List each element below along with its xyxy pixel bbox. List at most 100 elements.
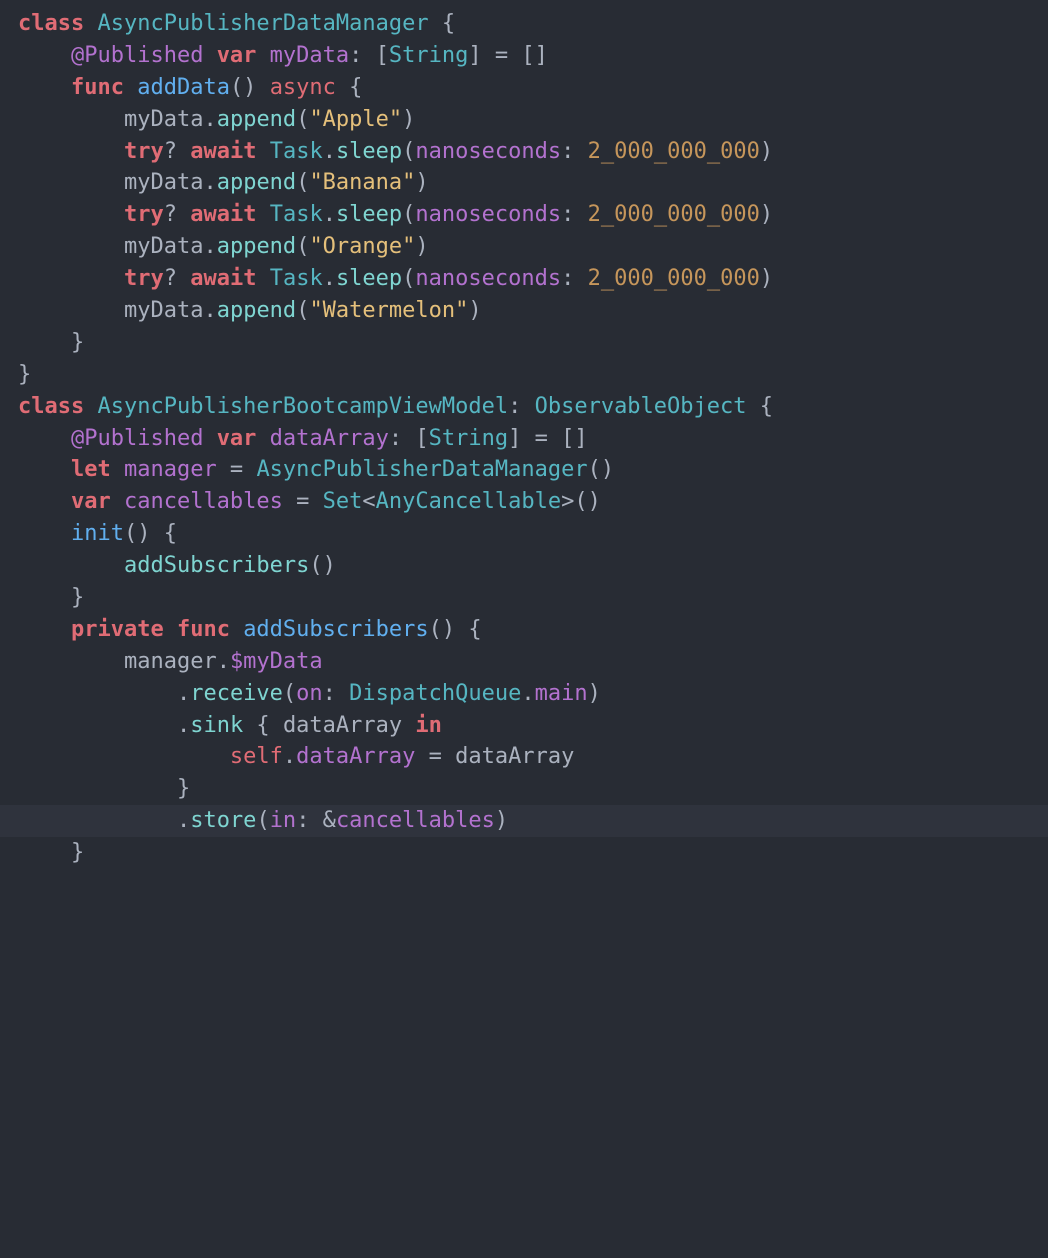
code-token: =	[217, 457, 257, 482]
code-token: String	[389, 43, 468, 68]
code-token: myData	[124, 234, 203, 259]
code-token: .	[203, 298, 216, 323]
code-line[interactable]: self.dataArray = dataArray	[0, 741, 1048, 773]
code-line[interactable]: func addData() async {	[0, 72, 1048, 104]
code-line[interactable]: }	[0, 773, 1048, 805]
code-token: {	[243, 713, 283, 738]
code-line[interactable]: myData.append("Watermelon")	[0, 295, 1048, 327]
code-token: .	[323, 266, 336, 291]
code-token: 2_000_000_000	[588, 139, 760, 164]
code-token: self	[230, 744, 283, 769]
code-line[interactable]: @Published var dataArray: [String] = []	[0, 423, 1048, 455]
code-line[interactable]: var cancellables = Set<AnyCancellable>()	[0, 486, 1048, 518]
code-token: AsyncPublisherDataManager	[256, 457, 587, 482]
code-token: (	[256, 808, 269, 833]
code-token: .	[203, 234, 216, 259]
code-line[interactable]: let manager = AsyncPublisherDataManager(…	[0, 454, 1048, 486]
code-token: Set	[323, 489, 363, 514]
code-line[interactable]: }	[0, 582, 1048, 614]
code-token: append	[217, 107, 296, 132]
code-token: in	[415, 713, 442, 738]
code-token: (	[296, 234, 309, 259]
code-token: :	[323, 681, 350, 706]
code-token: try	[124, 202, 164, 227]
code-line[interactable]: class AsyncPublisherBootcampViewModel: O…	[0, 391, 1048, 423]
code-token: manager	[124, 649, 217, 674]
code-token: dataArray	[455, 744, 574, 769]
code-line[interactable]: addSubscribers()	[0, 550, 1048, 582]
code-token: .	[217, 649, 230, 674]
code-token: .	[283, 744, 296, 769]
code-token: .	[177, 713, 190, 738]
code-token: on	[296, 681, 323, 706]
code-line[interactable]: try? await Task.sleep(nanoseconds: 2_000…	[0, 199, 1048, 231]
code-line[interactable]: }	[0, 837, 1048, 869]
code-line[interactable]: try? await Task.sleep(nanoseconds: 2_000…	[0, 263, 1048, 295]
code-token: String	[429, 426, 508, 451]
code-line[interactable]: class AsyncPublisherDataManager {	[0, 8, 1048, 40]
code-token: ] = []	[468, 43, 547, 68]
code-token: receive	[190, 681, 283, 706]
code-token: )	[760, 139, 773, 164]
code-line[interactable]: .sink { dataArray in	[0, 710, 1048, 742]
code-token: .	[323, 139, 336, 164]
code-line[interactable]: .store(in: &cancellables)	[0, 805, 1048, 837]
code-token: let	[71, 457, 124, 482]
code-token: :	[561, 139, 588, 164]
code-line[interactable]: try? await Task.sleep(nanoseconds: 2_000…	[0, 136, 1048, 168]
code-token: ObservableObject	[535, 394, 747, 419]
code-line[interactable]: init() {	[0, 518, 1048, 550]
code-token: nanoseconds	[415, 139, 561, 164]
code-token: main	[535, 681, 588, 706]
code-token: (	[296, 170, 309, 195]
code-line[interactable]: myData.append("Banana")	[0, 167, 1048, 199]
code-line[interactable]: myData.append("Apple")	[0, 104, 1048, 136]
code-token: myData	[124, 170, 203, 195]
code-token: ?	[164, 202, 191, 227]
code-token: (	[402, 202, 415, 227]
code-token: AsyncPublisherDataManager	[97, 11, 428, 36]
code-token: ?	[164, 266, 191, 291]
code-token: =	[415, 744, 455, 769]
code-token: {	[429, 11, 456, 36]
code-token: in	[270, 808, 297, 833]
code-token: store	[190, 808, 256, 833]
code-token: ] = []	[508, 426, 587, 451]
code-editor[interactable]: class AsyncPublisherDataManager { @Publi…	[0, 0, 1048, 929]
code-token: Task	[270, 139, 323, 164]
code-token: cancellables	[124, 489, 283, 514]
code-line[interactable]: @Published var myData: [String] = []	[0, 40, 1048, 72]
code-token: (	[402, 139, 415, 164]
code-token: }	[177, 776, 190, 801]
code-line[interactable]: manager.$myData	[0, 646, 1048, 678]
code-token: class	[18, 11, 97, 36]
code-line[interactable]: }	[0, 359, 1048, 391]
code-token: "Orange"	[309, 234, 415, 259]
code-token: sleep	[336, 139, 402, 164]
code-token: addData	[137, 75, 230, 100]
code-token: .	[323, 202, 336, 227]
code-token: .	[203, 170, 216, 195]
code-line[interactable]: private func addSubscribers() {	[0, 614, 1048, 646]
code-token: await	[190, 139, 269, 164]
code-token: () {	[124, 521, 177, 546]
code-token: :	[508, 394, 535, 419]
code-line[interactable]: }	[0, 327, 1048, 359]
code-token: :	[561, 266, 588, 291]
code-token: AnyCancellable	[376, 489, 561, 514]
code-token: dataArray	[283, 713, 415, 738]
code-token: )	[495, 808, 508, 833]
code-token: )	[402, 107, 415, 132]
code-token: "Watermelon"	[309, 298, 468, 323]
code-token: var	[217, 43, 270, 68]
code-token: }	[71, 840, 84, 865]
code-line[interactable]: myData.append("Orange")	[0, 231, 1048, 263]
code-token: .	[177, 681, 190, 706]
code-token: cancellables	[336, 808, 495, 833]
code-token: (	[296, 107, 309, 132]
code-token: addSubscribers	[243, 617, 428, 642]
code-token: }	[71, 330, 84, 355]
code-line[interactable]: .receive(on: DispatchQueue.main)	[0, 678, 1048, 710]
code-token: : &	[296, 808, 336, 833]
code-token: (	[283, 681, 296, 706]
